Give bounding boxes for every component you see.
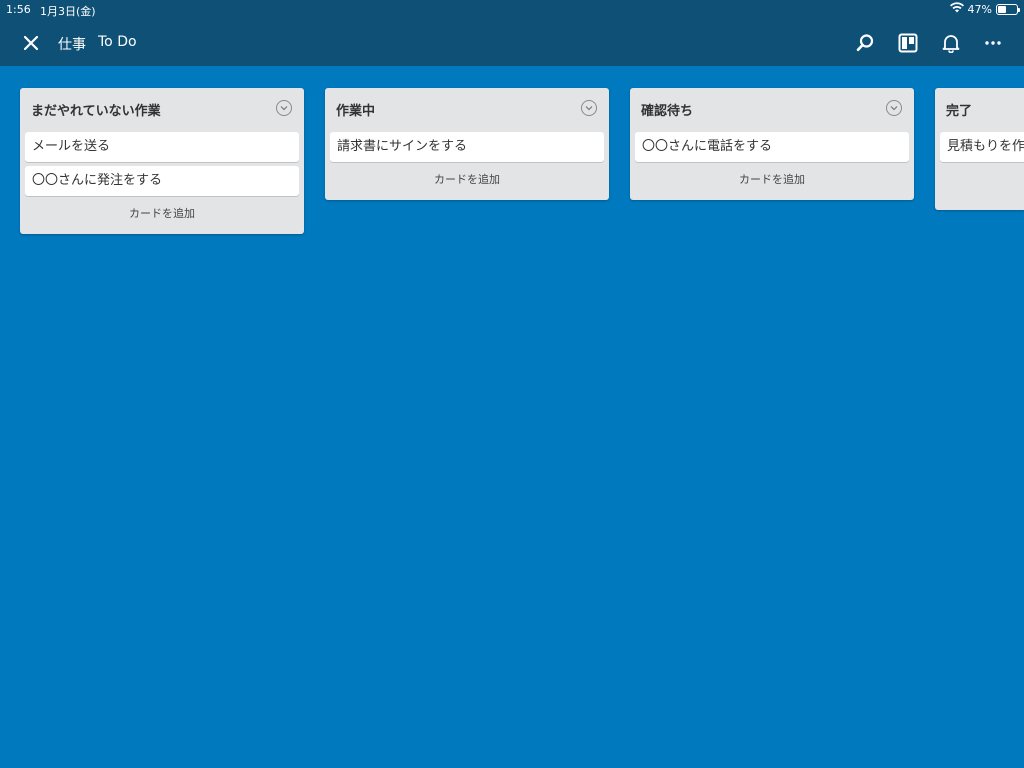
card[interactable]: 請求書にサインをする (330, 132, 604, 162)
list-todo: まだやれていない作業 メールを送る 〇〇さんに発注をする カードを追加 (20, 88, 304, 234)
status-right: 47% (949, 2, 1020, 16)
list-title[interactable]: まだやれていない作業 (31, 100, 161, 119)
card[interactable]: 〇〇さんに電話をする (635, 132, 909, 162)
card[interactable]: 〇〇さんに発注をする (25, 166, 299, 196)
list-header: 作業中 (325, 88, 609, 128)
board-group-name[interactable]: 仕事 (58, 34, 86, 54)
wifi-icon (949, 2, 964, 16)
status-date: 1月3日(金) (40, 5, 96, 18)
add-card-button[interactable]: カードを追加 (20, 202, 304, 226)
list-done: 完了 見積もりを作 (935, 88, 1024, 210)
list-title[interactable]: 確認待ち (641, 100, 693, 119)
add-card-button[interactable]: カードを追加 (630, 168, 914, 192)
bell-icon[interactable] (939, 31, 963, 55)
status-bar: 1:56 1月3日(金) 47% (0, 0, 1024, 20)
card[interactable]: メールを送る (25, 132, 299, 162)
card[interactable]: 見積もりを作 (940, 132, 1024, 162)
battery-percent: 47% (967, 2, 992, 16)
list-menu-chevron-icon[interactable] (276, 100, 292, 116)
list-header: まだやれていない作業 (20, 88, 304, 128)
list-in-progress: 作業中 請求書にサインをする カードを追加 (325, 88, 609, 200)
list-menu-chevron-icon[interactable] (581, 100, 597, 116)
more-icon[interactable] (981, 31, 1005, 55)
list-header: 確認待ち (630, 88, 914, 128)
list-title[interactable]: 完了 (946, 100, 972, 119)
close-icon[interactable] (20, 32, 42, 54)
search-icon[interactable] (853, 31, 877, 55)
status-time: 1:56 (6, 3, 31, 16)
list-menu-chevron-icon[interactable] (886, 100, 902, 116)
add-card-button[interactable]: カードを追加 (325, 168, 609, 192)
board-view-icon[interactable] (896, 31, 920, 55)
board-header: 仕事 To Do (0, 20, 1024, 66)
board-title[interactable]: To Do (98, 34, 137, 50)
battery-fill (998, 5, 1007, 13)
list-awaiting: 確認待ち 〇〇さんに電話をする カードを追加 (630, 88, 914, 200)
battery-icon (996, 3, 1020, 15)
list-header: 完了 (935, 88, 1024, 128)
list-title[interactable]: 作業中 (336, 100, 375, 119)
